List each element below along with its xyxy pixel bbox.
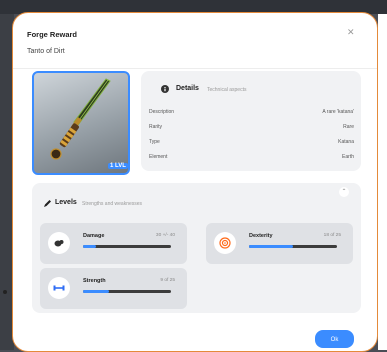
stat-card-strength: Strength 9 of 25	[40, 268, 187, 309]
damage-icon	[48, 232, 70, 254]
levels-subtitle: Strengths and weaknesses	[82, 201, 143, 207]
item-level-badge: 1 LVL	[108, 163, 128, 169]
modal-title: Forge Reward	[27, 30, 78, 39]
pen-icon	[44, 200, 51, 207]
detail-row-description: Description A rare 'katana'	[149, 109, 354, 119]
dumbbell-icon	[48, 277, 70, 299]
stat-name: Damage	[83, 233, 105, 239]
details-icon	[161, 85, 169, 93]
forge-reward-modal: Forge Reward ✕ Tanto of Dirt 1 LVL Detai…	[12, 12, 378, 352]
detail-value: Katana	[338, 139, 354, 145]
header-divider	[13, 68, 377, 69]
target-icon	[214, 232, 236, 254]
stat-progress-track	[249, 245, 337, 248]
stat-name: Dexterity	[249, 233, 273, 239]
stat-progress-fill	[83, 245, 97, 248]
stat-progress-fill	[83, 290, 110, 293]
levels-title: Levels	[55, 199, 77, 206]
stat-progress-fill	[249, 245, 293, 248]
details-panel: Details Technical aspects Description A …	[141, 71, 361, 171]
close-icon[interactable]: ✕	[347, 27, 355, 38]
detail-value: A rare 'katana'	[322, 109, 354, 115]
detail-value: Earth	[342, 154, 354, 160]
stat-card-damage: Damage 30 +/- 40	[40, 223, 187, 264]
detail-row-type: Type Katana	[149, 139, 354, 149]
detail-label: Type	[149, 139, 160, 145]
details-title: Details	[176, 85, 199, 92]
stat-name: Strength	[83, 278, 106, 284]
details-subtitle: Technical aspects	[207, 87, 247, 93]
stat-progress-track	[83, 290, 171, 293]
detail-label: Rarity	[149, 124, 163, 130]
ok-button[interactable]: Ok	[315, 330, 354, 348]
detail-label: Element	[149, 154, 168, 160]
chevron-up-icon[interactable]: ⌃	[339, 187, 349, 197]
detail-label: Description	[149, 109, 175, 115]
item-name: Tanto of Dirt	[27, 48, 65, 55]
stat-card-dexterity: Dexterity 18 of 25	[206, 223, 353, 264]
detail-value: Rare	[343, 124, 354, 130]
levels-panel: ⌃ Levels Strengths and weaknesses Damage…	[32, 183, 361, 313]
background-app-right	[378, 14, 387, 350]
background-dot	[3, 290, 7, 294]
stat-progress-track	[83, 245, 171, 248]
detail-row-rarity: Rarity Rare	[149, 124, 354, 134]
detail-row-element: Element Earth	[149, 154, 354, 164]
stat-value: 30 +/- 40	[155, 233, 175, 238]
tanto-sword-illustration	[50, 78, 111, 160]
stat-value: 9 of 25	[160, 278, 175, 283]
item-image: 1 LVL	[32, 71, 130, 175]
stat-value: 18 of 25	[323, 233, 341, 238]
